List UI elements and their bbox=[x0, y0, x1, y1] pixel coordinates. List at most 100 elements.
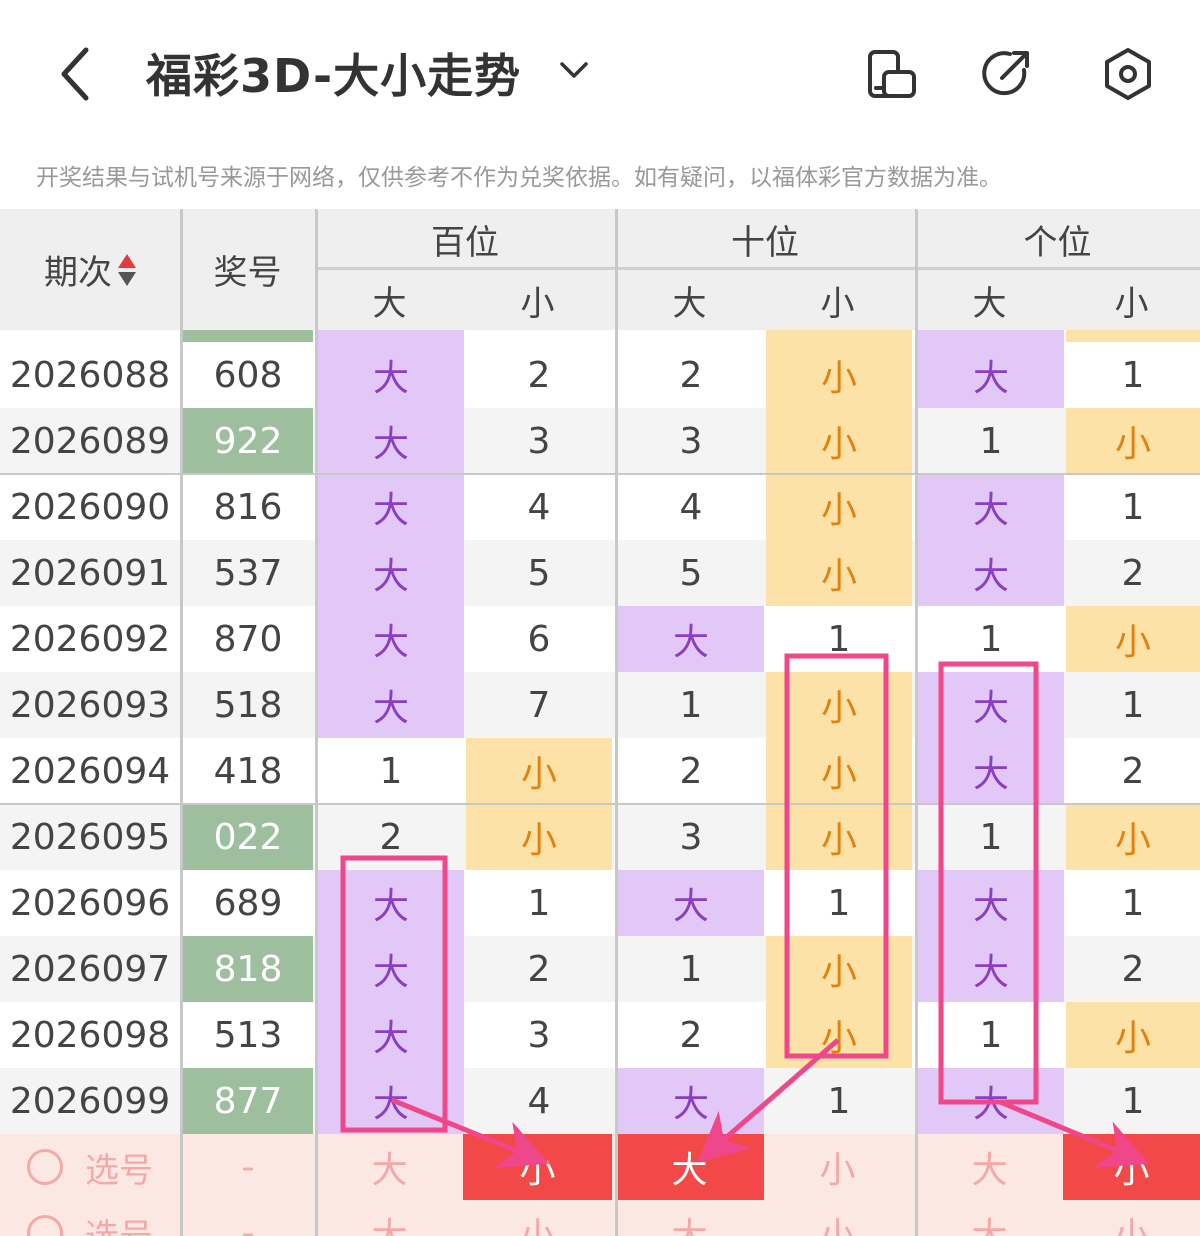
trend-cell: 小 bbox=[1066, 606, 1200, 672]
radio-circle-icon[interactable] bbox=[27, 1215, 63, 1236]
chevron-down-icon[interactable] bbox=[556, 56, 592, 86]
phone-rotate-icon[interactable] bbox=[862, 44, 922, 104]
trend-cell: 2 bbox=[679, 1014, 703, 1056]
pick-cell-selected[interactable]: 大 bbox=[615, 1134, 764, 1200]
pick-cell[interactable]: 大 bbox=[315, 1134, 464, 1200]
trend-cell: 小 bbox=[766, 408, 912, 474]
header-bar: 福彩3D-大小走势 bbox=[0, 0, 1200, 150]
trend-cell: 3 bbox=[679, 420, 703, 462]
sort-icon[interactable] bbox=[118, 252, 136, 288]
period-cell: 2026090 bbox=[9, 486, 171, 528]
winning-number-cell: 689 bbox=[213, 882, 283, 924]
trend-cell: 1 bbox=[979, 618, 1003, 660]
trend-cell: 小 bbox=[766, 474, 912, 540]
trend-cell: 1 bbox=[679, 948, 703, 990]
col-number-header: 奖号 bbox=[213, 253, 282, 293]
period-cell: 2026099 bbox=[9, 1080, 171, 1122]
pick-cell[interactable]: 大 bbox=[915, 1134, 1064, 1200]
trend-cell: 大 bbox=[618, 1068, 764, 1134]
trend-cell: 1 bbox=[1121, 882, 1145, 924]
share-icon[interactable] bbox=[976, 44, 1036, 104]
page-title[interactable]: 福彩3D-大小走势 bbox=[146, 40, 521, 106]
trend-cell: 大 bbox=[918, 936, 1064, 1002]
trend-cell: 小 bbox=[766, 540, 912, 606]
chevron-left-icon[interactable] bbox=[52, 44, 112, 104]
pick-label: 选号 bbox=[85, 1150, 153, 1191]
period-cell: 2026089 bbox=[9, 420, 171, 462]
trend-cell: 大 bbox=[618, 606, 764, 672]
trend-cell: 1 bbox=[679, 684, 703, 726]
pick-radio[interactable]: 选号 bbox=[0, 1200, 180, 1236]
column-divider bbox=[915, 330, 918, 1236]
pick-cell[interactable]: 小 bbox=[763, 1200, 912, 1236]
trend-cell: 2 bbox=[679, 354, 703, 396]
pick-cell[interactable]: 大 bbox=[615, 1200, 764, 1236]
trend-cell: 4 bbox=[527, 486, 551, 528]
trend-cell: 大 bbox=[618, 870, 764, 936]
pick-cell[interactable]: 小 bbox=[763, 1134, 912, 1200]
winning-number-cell: 608 bbox=[213, 354, 283, 396]
winning-number-cell: 513 bbox=[213, 1014, 283, 1056]
winning-number-cell: 518 bbox=[213, 684, 283, 726]
col-period-header[interactable]: 期次 bbox=[0, 209, 180, 330]
period-cell: 2026095 bbox=[9, 816, 171, 858]
trend-cell: 4 bbox=[527, 1080, 551, 1122]
row-cell-partial bbox=[1066, 330, 1200, 342]
header-divider bbox=[915, 209, 918, 330]
trend-cell: 小 bbox=[1066, 804, 1200, 870]
trend-cell: 大 bbox=[318, 936, 464, 1002]
trend-cell: 大 bbox=[318, 1002, 464, 1068]
pick-cell[interactable]: 小 bbox=[463, 1200, 612, 1236]
sub-header-big: 大 bbox=[972, 283, 1007, 324]
trend-cell: 1 bbox=[1121, 354, 1145, 396]
period-cell: 2026092 bbox=[9, 618, 171, 660]
trend-cell: 小 bbox=[766, 738, 912, 804]
pick-cell[interactable]: 大 bbox=[315, 1200, 464, 1236]
radio-circle-icon[interactable] bbox=[27, 1149, 63, 1185]
trend-cell: 5 bbox=[527, 552, 551, 594]
header-divider bbox=[315, 209, 318, 330]
period-cell: 2026094 bbox=[9, 750, 171, 792]
trend-cell: 1 bbox=[979, 1014, 1003, 1056]
header-divider bbox=[180, 209, 183, 330]
trend-cell: 2 bbox=[1121, 948, 1145, 990]
period-cell: 2026098 bbox=[9, 1014, 171, 1056]
trend-cell: 小 bbox=[466, 738, 612, 804]
pick-radio[interactable]: 选号 bbox=[0, 1134, 180, 1200]
trend-cell: 大 bbox=[918, 342, 1064, 408]
winning-number-cell: 818 bbox=[183, 936, 313, 1002]
group-separator bbox=[0, 473, 1200, 475]
trend-cell: 1 bbox=[379, 750, 403, 792]
row-cell-partial bbox=[918, 330, 1064, 342]
settings-hexagon-icon[interactable] bbox=[1098, 44, 1158, 104]
pick-cell[interactable]: 小 bbox=[1063, 1200, 1200, 1236]
trend-cell: 大 bbox=[918, 672, 1064, 738]
trend-cell: 大 bbox=[318, 474, 464, 540]
header-divider bbox=[615, 209, 618, 330]
trend-cell: 大 bbox=[318, 408, 464, 474]
trend-cell: 2 bbox=[527, 354, 551, 396]
pick-cell[interactable]: 大 bbox=[915, 1200, 1064, 1236]
sub-header-small: 小 bbox=[1114, 283, 1149, 324]
pick-cell-selected[interactable]: 小 bbox=[463, 1134, 612, 1200]
trend-cell: 小 bbox=[766, 936, 912, 1002]
trend-table-body[interactable]: 2026088 608 大 2 2 小大 1 2026089 922 大 3 3 小 1 小 2026090 8… bbox=[0, 330, 1200, 1236]
trend-cell: 小 bbox=[766, 1002, 912, 1068]
pick-label: 选号 bbox=[85, 1209, 153, 1236]
trend-cell: 5 bbox=[679, 552, 703, 594]
trend-cell: 1 bbox=[527, 882, 551, 924]
column-divider bbox=[615, 330, 618, 1236]
pick-cell-selected[interactable]: 小 bbox=[1063, 1134, 1200, 1200]
trend-cell: 3 bbox=[679, 816, 703, 858]
period-cell: 2026088 bbox=[9, 354, 171, 396]
trend-cell: 1 bbox=[979, 420, 1003, 462]
trend-cell: 大 bbox=[918, 1068, 1064, 1134]
row-cell-partial bbox=[318, 330, 464, 342]
trend-cell: 1 bbox=[1121, 1080, 1145, 1122]
trend-cell: 小 bbox=[1066, 408, 1200, 474]
winning-number-cell: 870 bbox=[213, 618, 283, 660]
trend-cell: 7 bbox=[527, 684, 551, 726]
trend-cell: 3 bbox=[527, 420, 551, 462]
trend-cell: 2 bbox=[1121, 552, 1145, 594]
sub-header-big: 大 bbox=[672, 283, 707, 324]
